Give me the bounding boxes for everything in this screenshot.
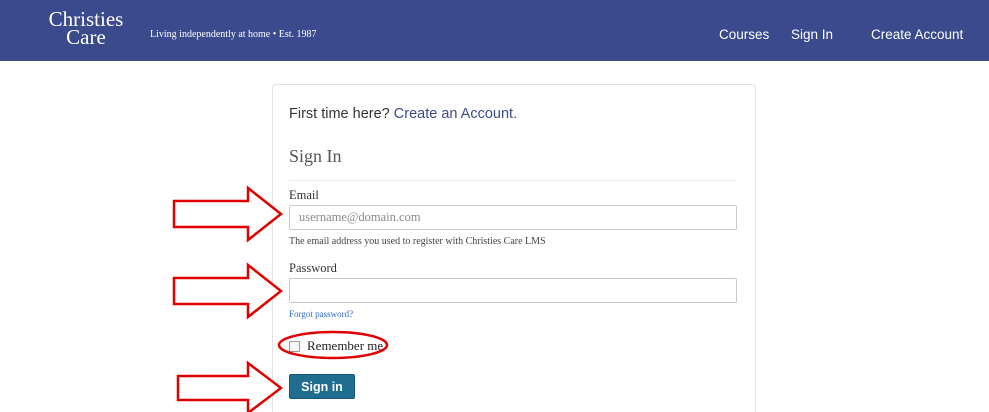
email-label: Email xyxy=(289,188,319,202)
nav-sign-in-link[interactable]: Sign In xyxy=(791,27,833,42)
forgot-password-link[interactable]: Forgot password? xyxy=(289,309,353,319)
email-arrow-icon xyxy=(172,185,284,243)
password-label: Password xyxy=(289,261,337,275)
email-field[interactable] xyxy=(289,205,737,230)
password-field[interactable] xyxy=(289,278,737,303)
christies-care-logo[interactable]: Christies Care xyxy=(46,9,126,48)
remember-me-label[interactable]: Remember me xyxy=(307,338,383,354)
first-time-text: First time here? xyxy=(289,106,390,122)
remember-me-row: Remember me xyxy=(289,338,383,354)
top-navigation-bar: Christies Care Living independently at h… xyxy=(0,0,989,61)
tagline: Living independently at home • Est. 1987 xyxy=(150,29,317,40)
nav-create-account-link[interactable]: Create Account xyxy=(871,27,963,42)
sign-in-heading: Sign In xyxy=(289,146,342,166)
sign-in-card xyxy=(272,84,756,412)
nav-courses-link[interactable]: Courses xyxy=(719,27,769,42)
sign-in-arrow-icon xyxy=(176,360,284,412)
password-arrow-icon xyxy=(172,262,284,320)
heading-divider xyxy=(289,180,737,181)
remember-me-checkbox[interactable] xyxy=(289,340,300,352)
first-time-prompt: First time here? Create an Account. xyxy=(289,106,517,122)
sign-in-button[interactable]: Sign in xyxy=(289,374,355,399)
create-account-link[interactable]: Create an Account. xyxy=(394,106,517,122)
email-help-text: The email address you used to register w… xyxy=(289,236,546,247)
